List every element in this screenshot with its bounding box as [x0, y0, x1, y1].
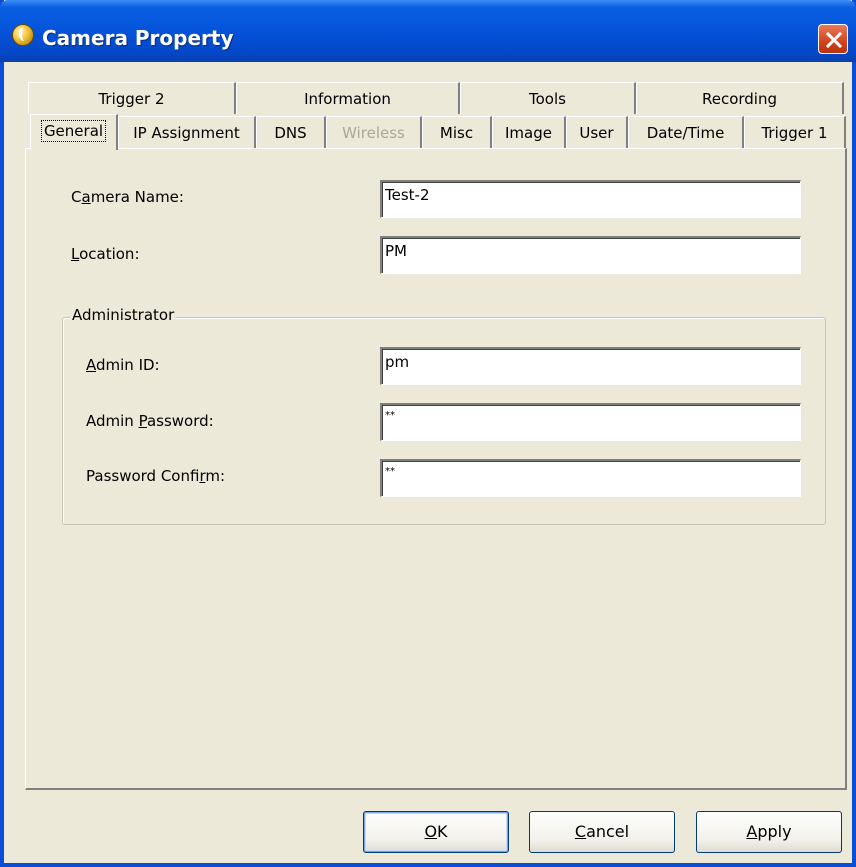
tab-wireless: Wireless: [326, 116, 422, 148]
location-label: Location:: [71, 245, 140, 263]
close-icon: [825, 31, 843, 49]
admin-id-label: Admin ID:: [86, 356, 160, 374]
tab-user[interactable]: User: [566, 116, 628, 148]
tab-information[interactable]: Information: [236, 82, 460, 114]
password-confirm-label: Password Confirm:: [86, 467, 226, 485]
camera-name-input[interactable]: Test-2: [380, 180, 801, 218]
tab-image[interactable]: Image: [492, 116, 566, 148]
camera-property-dialog: Camera Property Trigger 2 Information To…: [0, 0, 856, 867]
title-bar[interactable]: Camera Property: [0, 0, 856, 62]
password-confirm-input[interactable]: **: [380, 459, 801, 497]
tab-recording[interactable]: Recording: [636, 82, 844, 114]
tab-dns[interactable]: DNS: [256, 116, 326, 148]
administrator-group-label: Administrator: [70, 306, 177, 324]
tab-trigger-2[interactable]: Trigger 2: [28, 82, 236, 114]
tab-ip-assignment[interactable]: IP Assignment: [118, 116, 256, 148]
cancel-button[interactable]: Cancel: [529, 811, 675, 853]
tab-tools[interactable]: Tools: [460, 82, 636, 114]
window-title: Camera Property: [42, 26, 234, 50]
admin-id-input[interactable]: pm: [380, 347, 801, 385]
apply-button[interactable]: Apply: [696, 811, 842, 853]
tab-general[interactable]: General: [30, 114, 118, 150]
admin-password-input[interactable]: **: [380, 403, 801, 441]
location-input[interactable]: PM: [380, 236, 801, 274]
tab-misc[interactable]: Misc: [422, 116, 492, 148]
ok-button[interactable]: OK: [363, 811, 509, 853]
camera-name-label: Camera Name:: [71, 188, 184, 206]
tab-date-time[interactable]: Date/Time: [628, 116, 744, 148]
tab-trigger-1[interactable]: Trigger 1: [744, 116, 846, 148]
app-icon: [12, 24, 34, 46]
admin-password-label: Admin Password:: [86, 412, 214, 430]
close-button[interactable]: [818, 24, 848, 54]
